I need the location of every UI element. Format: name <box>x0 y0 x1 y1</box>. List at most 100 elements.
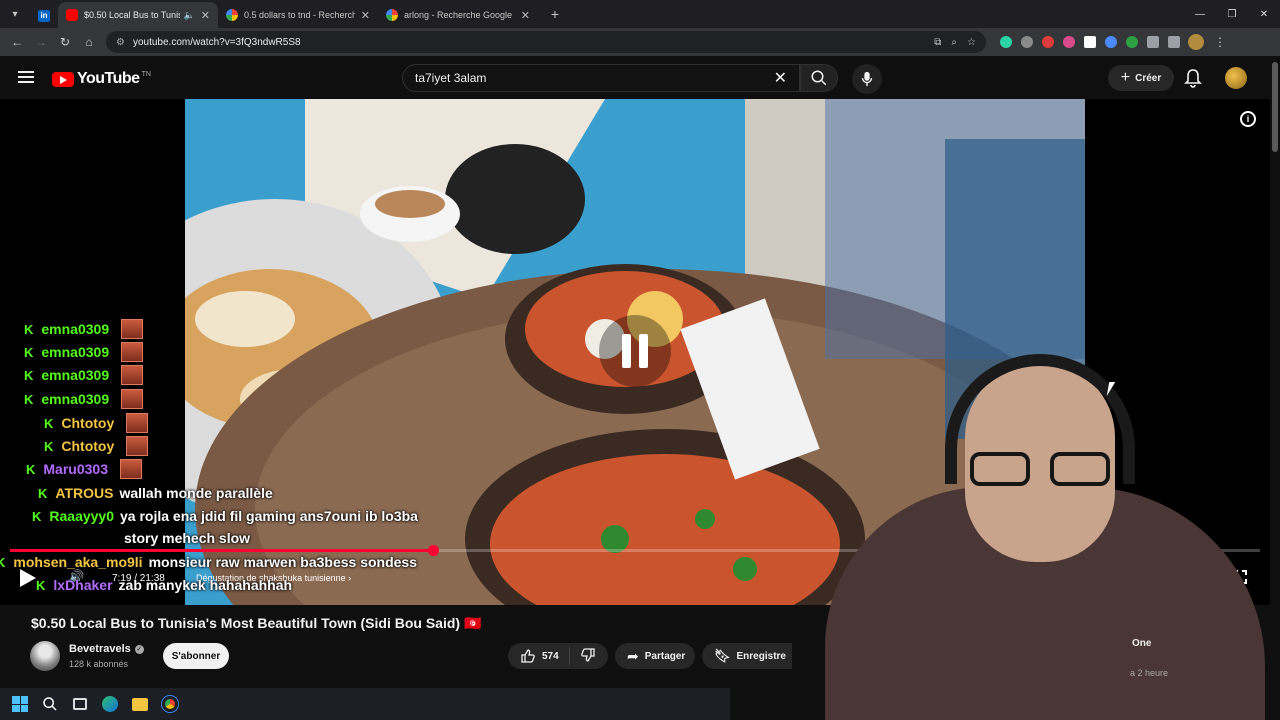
country-code: TN <box>141 70 151 78</box>
chat-emote-icon <box>121 389 144 409</box>
search-button[interactable] <box>800 64 838 92</box>
clear-search-icon[interactable]: ✕ <box>774 68 787 88</box>
kick-badge-icon: K <box>0 554 6 570</box>
notifications-bell-icon[interactable] <box>1184 68 1202 93</box>
youtube-logo[interactable]: YouTube TN <box>52 70 151 88</box>
extension-3-icon[interactable] <box>1042 36 1054 48</box>
dislike-button[interactable] <box>570 647 596 666</box>
recommendation-title[interactable]: One <box>1132 638 1151 649</box>
scrubber-handle[interactable] <box>427 545 439 556</box>
glasses <box>970 452 1120 486</box>
task-view-icon[interactable] <box>70 694 90 714</box>
restore-icon[interactable]: ❐ <box>1216 0 1248 28</box>
info-icon[interactable]: i <box>1240 111 1256 127</box>
speaker-icon[interactable]: 🔈 <box>184 10 195 21</box>
chat-message: Kemna0309 <box>24 364 144 386</box>
chat-username: lxDhaker <box>53 577 113 593</box>
microphone-icon <box>861 71 873 87</box>
subscribe-button[interactable]: S'abonner <box>163 643 229 669</box>
verified-check-icon: ✓ <box>134 644 144 654</box>
forward-arrow-icon[interactable]: → <box>30 31 52 53</box>
edge-browser-icon[interactable] <box>100 694 120 714</box>
address-bar[interactable]: ⚙ youtube.com/watch?v=3fQ3ndwR5S8 ⧉ ⌕ ☆ <box>106 31 986 53</box>
like-count: 574 <box>542 650 559 662</box>
tab-title: 0.5 dollars to tnd - Recherche G <box>244 10 355 20</box>
kick-badge-icon: K <box>38 485 48 501</box>
site-info-icon[interactable]: ⚙ <box>116 37 125 48</box>
like-button[interactable]: 574 <box>508 647 570 665</box>
extension-1-icon[interactable] <box>1000 36 1012 48</box>
browser-tab-youtube[interactable]: $0.50 Local Bus to Tunisia's 🔈 ✕ <box>58 2 218 28</box>
browser-menu-icon[interactable]: ⋮ <box>1214 35 1226 49</box>
chrome-taskbar-icon[interactable] <box>160 694 180 714</box>
chat-username: Raaayyy0 <box>49 508 115 524</box>
chat-username: ATROUS <box>55 485 114 501</box>
install-app-icon[interactable]: ⧉ <box>934 37 941 48</box>
thumbs-up-icon <box>521 649 535 663</box>
pause-icon[interactable] <box>599 315 671 387</box>
close-window-icon[interactable]: ✕ <box>1248 0 1280 28</box>
extensions-puzzle-icon[interactable] <box>1147 36 1159 48</box>
chat-message-text: wallah monde parallèle <box>119 485 273 501</box>
chat-message: Kmohsen_aka_mo9li monsieur raw marwen ba3… <box>0 551 417 573</box>
chat-username: Chtotoy <box>61 415 115 431</box>
taskbar-search-icon[interactable] <box>40 694 60 714</box>
extension-7-icon[interactable] <box>1126 36 1138 48</box>
back-arrow-icon[interactable]: ← <box>6 31 28 53</box>
extension-2-icon[interactable] <box>1021 36 1033 48</box>
chat-message-text: zab manykek hahahahhah <box>118 577 293 593</box>
extension-5-icon[interactable] <box>1084 36 1096 48</box>
channel-avatar[interactable] <box>30 641 60 671</box>
scrollbar-thumb[interactable] <box>1272 62 1278 152</box>
new-tab-plus-icon[interactable]: + <box>544 3 566 25</box>
search-input[interactable]: ta7iyet 3alam ✕ <box>402 64 800 92</box>
plus-icon: + <box>1120 69 1131 86</box>
recommendation-time: a 2 heure <box>1130 668 1169 678</box>
create-label: Créer <box>1135 72 1162 84</box>
guide-menu-icon[interactable] <box>18 71 34 83</box>
thumbs-down-icon <box>580 647 595 662</box>
home-icon[interactable]: ⌂ <box>78 31 100 53</box>
channel-name[interactable]: Bevetravels ✓ <box>69 643 144 655</box>
close-tab-icon[interactable]: ✕ <box>521 9 530 22</box>
google-favicon-icon <box>386 9 398 21</box>
save-button[interactable]: 🔖︎ Enregistre <box>702 643 792 669</box>
linkedin-pinned-tab[interactable]: in <box>30 4 58 28</box>
linkedin-icon: in <box>38 10 50 22</box>
windows-start-icon[interactable] <box>10 694 30 714</box>
kick-badge-icon: K <box>24 344 34 360</box>
save-label: Enregistre <box>736 650 786 662</box>
chat-message: K Chtotoy <box>44 412 149 434</box>
windows-taskbar <box>0 688 730 720</box>
browser-tab-google-2[interactable]: arlong - Recherche Google ✕ <box>378 2 538 28</box>
page-scrollbar[interactable] <box>1270 56 1280 688</box>
media-controls-icon[interactable] <box>1168 36 1180 48</box>
browser-profile-avatar[interactable] <box>1188 34 1204 50</box>
extension-4-icon[interactable] <box>1063 36 1075 48</box>
close-tab-icon[interactable]: ✕ <box>361 9 370 22</box>
search-icon <box>811 70 827 86</box>
chat-emote-icon <box>121 342 144 362</box>
close-tab-icon[interactable]: ✕ <box>201 9 210 22</box>
minimize-icon[interactable]: — <box>1184 0 1216 28</box>
tab-search-menu-icon[interactable]: ▾ <box>4 3 26 25</box>
voice-search-button[interactable] <box>852 64 882 94</box>
file-explorer-icon[interactable] <box>130 694 150 714</box>
tab-title: $0.50 Local Bus to Tunisia's <box>84 10 180 20</box>
extension-6-icon[interactable] <box>1105 36 1117 48</box>
google-favicon-icon <box>226 9 238 21</box>
subscriber-count: 128 k abonnés <box>69 659 129 669</box>
tab-title: arlong - Recherche Google <box>404 10 513 20</box>
kick-badge-icon: K <box>24 391 34 407</box>
bookmark-star-icon[interactable]: ☆ <box>967 37 976 48</box>
chat-emote-icon <box>121 365 144 385</box>
zoom-icon[interactable]: ⌕ <box>951 37 957 48</box>
create-button[interactable]: + Créer <box>1108 65 1174 91</box>
browser-tab-google-1[interactable]: 0.5 dollars to tnd - Recherche G ✕ <box>218 2 378 28</box>
chat-emote-icon <box>121 319 144 339</box>
share-button[interactable]: ➦ Partager <box>615 643 695 669</box>
account-avatar[interactable] <box>1225 67 1247 89</box>
reload-icon[interactable]: ↻ <box>54 31 76 53</box>
browser-tab-strip: ▾ in $0.50 Local Bus to Tunisia's 🔈 ✕ 0.… <box>0 0 1280 28</box>
search-query: ta7iyet 3alam <box>415 71 487 85</box>
